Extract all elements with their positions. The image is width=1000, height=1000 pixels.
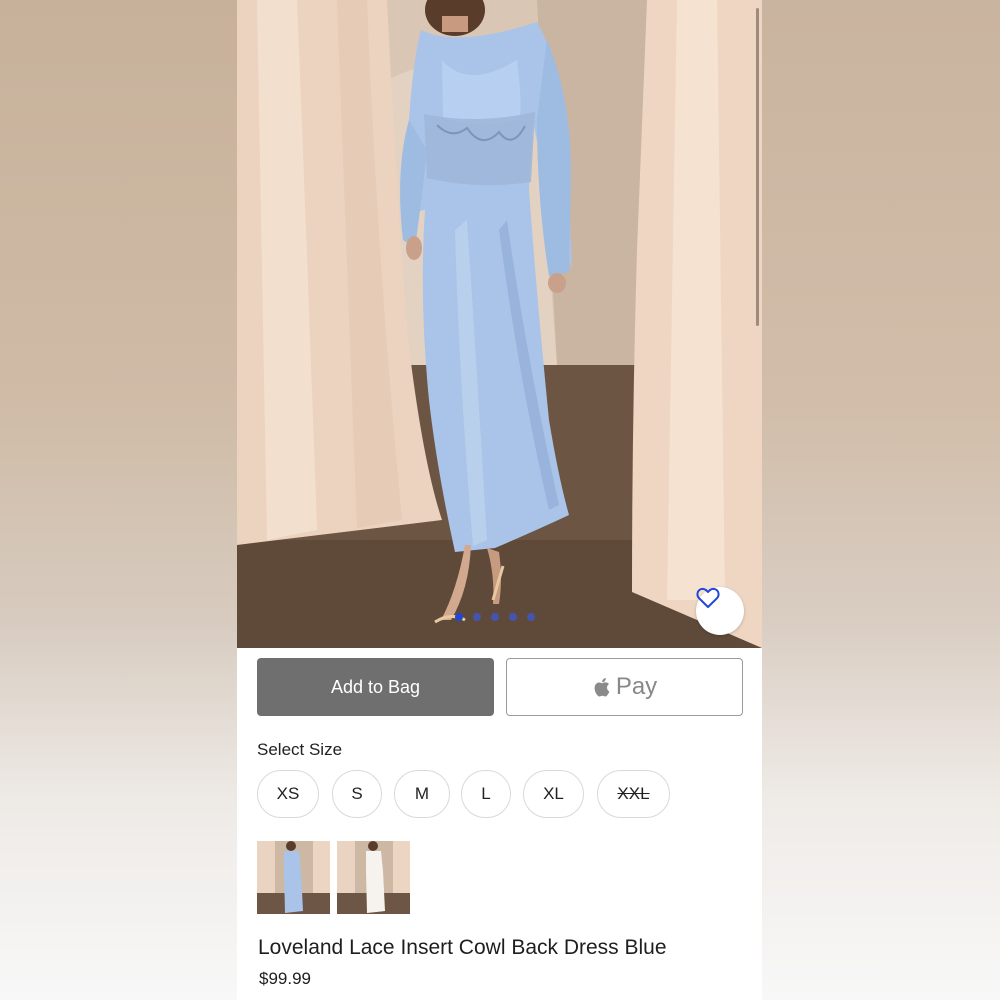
gallery-dot[interactable]: [491, 613, 499, 621]
color-swatch-blue[interactable]: [257, 841, 330, 914]
background-left: [0, 0, 237, 1000]
size-option-xl[interactable]: XL: [523, 770, 584, 818]
swatch-thumbnail: [337, 841, 410, 914]
swatch-thumbnail: [257, 841, 330, 914]
size-option-m[interactable]: M: [394, 770, 450, 818]
size-option-l[interactable]: L: [461, 770, 511, 818]
gallery-dot[interactable]: [509, 613, 517, 621]
add-to-bag-label: Add to Bag: [330, 676, 421, 697]
heart-outline-icon: [696, 587, 720, 608]
product-screen: Add to Bag Pay Select Size XS S M L XL X…: [237, 0, 762, 1000]
product-image[interactable]: [237, 0, 762, 648]
gallery-dot[interactable]: [527, 613, 535, 621]
size-label: XS: [276, 784, 300, 803]
size-option-xs[interactable]: XS: [257, 770, 319, 818]
size-label: S: [351, 784, 363, 803]
gallery-scrollbar[interactable]: [756, 8, 759, 326]
background-right: [762, 0, 1000, 1000]
gallery-dot[interactable]: [473, 613, 481, 621]
apple-pay-button[interactable]: Pay: [506, 658, 743, 716]
favorite-button[interactable]: [696, 587, 744, 635]
size-option-xxl[interactable]: XXL: [597, 770, 670, 818]
product-title: Loveland Lace Insert Cowl Back Dress Blu…: [258, 936, 667, 959]
product-photo: [237, 0, 762, 648]
size-label: XXL: [617, 784, 650, 803]
apple-logo-icon: [594, 678, 610, 697]
color-swatch-white[interactable]: [337, 841, 410, 914]
size-label: L: [481, 784, 491, 803]
size-label: M: [414, 784, 430, 803]
add-to-bag-button[interactable]: Add to Bag: [257, 658, 494, 716]
size-option-s[interactable]: S: [332, 770, 382, 818]
product-price: $99.99: [259, 969, 311, 988]
apple-pay-label: Pay: [615, 673, 658, 700]
size-label: XL: [543, 784, 564, 803]
gallery-pagination[interactable]: [455, 613, 535, 621]
gallery-dot[interactable]: [455, 613, 463, 621]
select-size-label: Select Size: [257, 740, 343, 759]
